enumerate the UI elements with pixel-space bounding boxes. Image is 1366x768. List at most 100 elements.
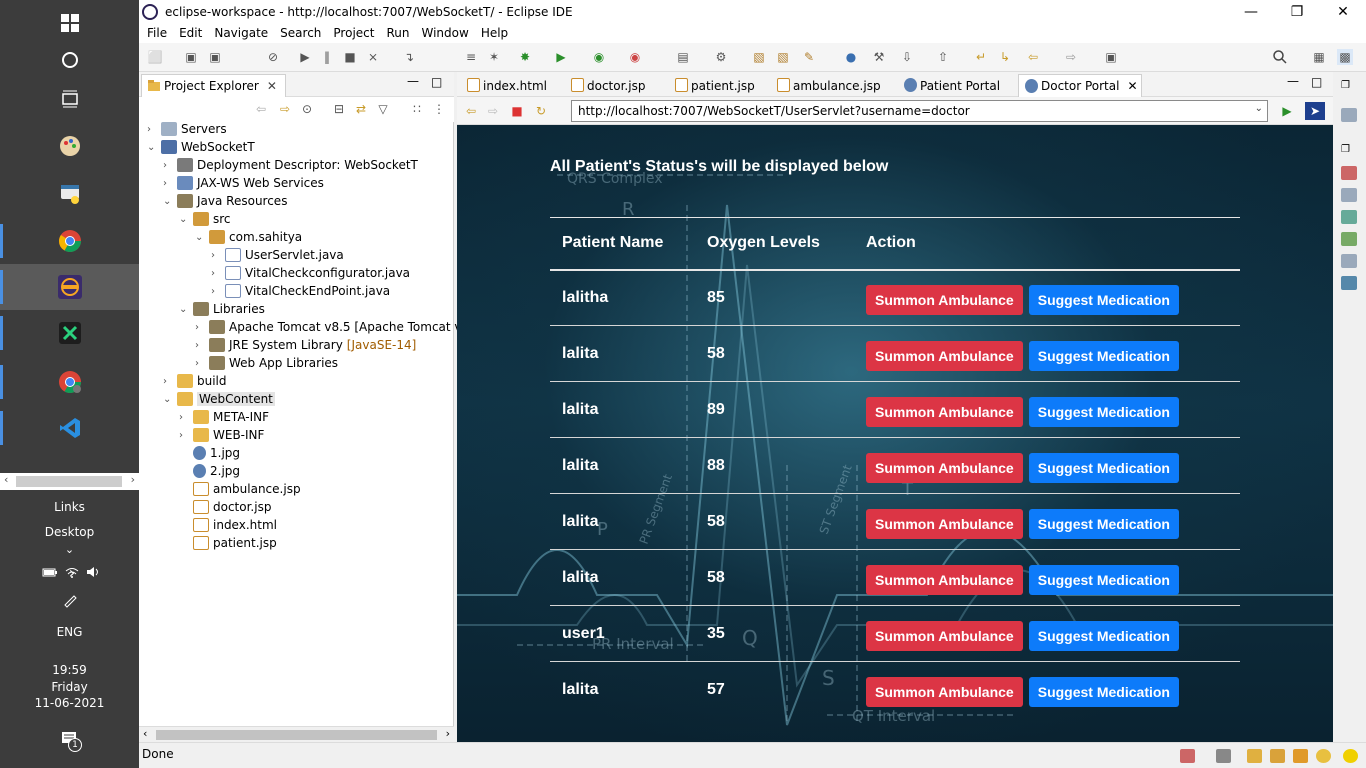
tree-node[interactable]: › Apache Tomcat v8.5 [Apache Tomcat v8.5] xyxy=(195,318,485,336)
new-icon[interactable]: ⬜ xyxy=(147,49,163,65)
tree-node[interactable]: ⌄ src xyxy=(179,210,231,228)
restore-stack-icon[interactable]: ❐ xyxy=(1341,144,1357,158)
scroll-right-icon[interactable]: › xyxy=(446,727,450,740)
resume-icon[interactable]: ▶ xyxy=(297,49,313,65)
menu-navigate[interactable]: Navigate xyxy=(209,26,273,40)
outline-view-icon[interactable] xyxy=(1341,108,1357,122)
run-icon[interactable]: ▶ xyxy=(553,49,569,65)
progress-status-icon[interactable] xyxy=(1216,749,1231,763)
suggest-medication-button[interactable]: Suggest Medication xyxy=(1028,340,1179,371)
console-view-icon[interactable] xyxy=(1341,276,1357,290)
taskbar-scrollbar[interactable]: ‹ › xyxy=(0,473,139,490)
links-toolbar[interactable]: Links xyxy=(0,500,139,514)
open-perspective-icon[interactable]: ▦ xyxy=(1311,49,1327,65)
tree-node[interactable]: › JRE System Library [JavaSE-14] xyxy=(195,336,416,354)
idea-status-icon[interactable] xyxy=(1343,749,1358,763)
summon-ambulance-button[interactable]: Summon Ambulance xyxy=(866,396,1023,427)
notification-center-button[interactable]: 1 xyxy=(60,730,86,756)
forward-edit-icon[interactable]: ↳ xyxy=(997,49,1013,65)
clock-day[interactable]: Friday xyxy=(0,680,139,694)
explorer-hscrollbar[interactable]: ‹ › xyxy=(139,726,454,742)
tree-node[interactable]: patient.jsp xyxy=(179,534,277,552)
suggest-medication-button[interactable]: Suggest Medication xyxy=(1028,284,1179,315)
restore-button[interactable]: ❐ xyxy=(1274,0,1320,23)
pen-icon[interactable] xyxy=(0,592,139,611)
tree-node[interactable]: ⌄ WebSocketT xyxy=(147,138,255,156)
open-external-browser-icon[interactable]: ➤ xyxy=(1305,102,1325,120)
tree-node[interactable]: ⌄ WebContent xyxy=(163,390,275,408)
new-java-icon[interactable]: ⚙ xyxy=(713,49,729,65)
suggest-medication-button[interactable]: Suggest Medication xyxy=(1028,396,1179,427)
back-nav-icon[interactable]: ⇦ xyxy=(253,101,269,117)
go-icon[interactable]: ▶ xyxy=(1279,103,1295,119)
open-task-icon[interactable]: ✎ xyxy=(801,49,817,65)
snippets-view-icon[interactable] xyxy=(1341,254,1357,268)
tree-node[interactable]: doctor.jsp xyxy=(179,498,271,516)
save-all-icon[interactable]: ▣ xyxy=(207,49,223,65)
menu-file[interactable]: File xyxy=(142,26,172,40)
tab-doctor-jsp[interactable]: doctor.jsp xyxy=(565,74,665,97)
summon-ambulance-button[interactable]: Summon Ambulance xyxy=(866,340,1023,371)
clock-time[interactable]: 19:59 xyxy=(0,663,139,677)
suggest-medication-button[interactable]: Suggest Medication xyxy=(1028,676,1179,707)
close-tab-icon[interactable]: ✕ xyxy=(267,79,277,93)
close-tab-icon[interactable]: ✕ xyxy=(1127,79,1137,93)
browser-stop-icon[interactable]: ■ xyxy=(509,103,525,119)
taskbar-scroll-thumb[interactable] xyxy=(16,476,122,487)
tree-node[interactable]: ⌄ Libraries xyxy=(179,300,265,318)
maximize-editor-icon[interactable]: □ xyxy=(1311,75,1322,89)
view-menu-icon[interactable]: ⋮ xyxy=(431,101,447,117)
chevron-down-icon[interactable]: ⌄ xyxy=(0,543,139,556)
clock-date[interactable]: 11-06-2021 xyxy=(0,696,139,710)
maximize-view-icon[interactable]: □ xyxy=(431,75,442,89)
menu-search[interactable]: Search xyxy=(275,26,326,40)
scroll-left-icon[interactable]: ‹ xyxy=(4,473,8,486)
summon-ambulance-button[interactable]: Summon Ambulance xyxy=(866,452,1023,483)
task-view-button[interactable] xyxy=(0,76,139,122)
forward-nav-icon[interactable]: ⇨ xyxy=(277,101,293,117)
tab-ambulance-jsp[interactable]: ambulance.jsp xyxy=(771,74,891,97)
tree-node[interactable]: ambulance.jsp xyxy=(179,480,301,498)
data-source-icon[interactable] xyxy=(1341,232,1357,246)
terminate-icon[interactable]: ■ xyxy=(342,49,358,65)
menu-project[interactable]: Project xyxy=(328,26,379,40)
book-status-icon[interactable] xyxy=(1247,749,1262,763)
up-nav-icon[interactable]: ⊙ xyxy=(299,101,315,117)
tab-patient-jsp[interactable]: patient.jsp xyxy=(669,74,775,97)
filter-icon[interactable]: ▽ xyxy=(375,101,391,117)
summon-ambulance-button[interactable]: Summon Ambulance xyxy=(866,284,1023,315)
toggle-mark-icon[interactable]: ≡ xyxy=(463,49,479,65)
language-indicator[interactable]: ENG xyxy=(0,625,139,639)
tab-project-explorer[interactable]: Project Explorer ✕ xyxy=(141,74,286,97)
tree-node[interactable]: index.html xyxy=(179,516,277,534)
menu-edit[interactable]: Edit xyxy=(174,26,207,40)
taskbar-xming-app[interactable] xyxy=(0,310,139,356)
learn-status-icon[interactable] xyxy=(1270,749,1285,763)
java-ee-perspective-icon[interactable]: ▩ xyxy=(1337,49,1353,65)
tree-node[interactable]: › build xyxy=(163,372,227,390)
tree-node[interactable]: 1.jpg xyxy=(179,444,240,462)
last-edit-icon[interactable]: ↵ xyxy=(973,49,989,65)
tree-node[interactable]: › Web App Libraries xyxy=(195,354,338,372)
suggest-medication-button[interactable]: Suggest Medication xyxy=(1028,564,1179,595)
browser-forward-icon[interactable]: ⇨ xyxy=(485,103,501,119)
open-folder-icon[interactable]: ▧ xyxy=(775,49,791,65)
tree-node[interactable]: › Servers xyxy=(147,120,227,138)
taskbar-paint-app[interactable] xyxy=(0,123,139,169)
tree-node[interactable]: › Deployment Descriptor: WebSocketT xyxy=(163,156,418,174)
taskbar-chrome-1[interactable] xyxy=(0,218,139,264)
step-into-icon[interactable]: ↴ xyxy=(401,49,417,65)
summon-ambulance-button[interactable]: Summon Ambulance xyxy=(866,620,1023,651)
tree-node[interactable]: › WEB-INF xyxy=(179,426,264,444)
suspend-icon[interactable]: ‖ xyxy=(319,49,335,65)
browser-back-icon[interactable]: ⇦ xyxy=(463,103,479,119)
tree-node[interactable]: › VitalCheckEndPoint.java xyxy=(211,282,390,300)
properties-view-icon[interactable] xyxy=(1341,188,1357,202)
new-server-icon[interactable]: ▤ xyxy=(675,49,691,65)
summon-ambulance-button[interactable]: Summon Ambulance xyxy=(866,508,1023,539)
browser-refresh-icon[interactable]: ↻ xyxy=(533,103,549,119)
scroll-left-icon[interactable]: ‹ xyxy=(143,727,147,740)
tree-node[interactable]: 2.jpg xyxy=(179,462,240,480)
minimize-button[interactable]: — xyxy=(1228,0,1274,23)
forward-icon[interactable]: ⇨ xyxy=(1063,49,1079,65)
